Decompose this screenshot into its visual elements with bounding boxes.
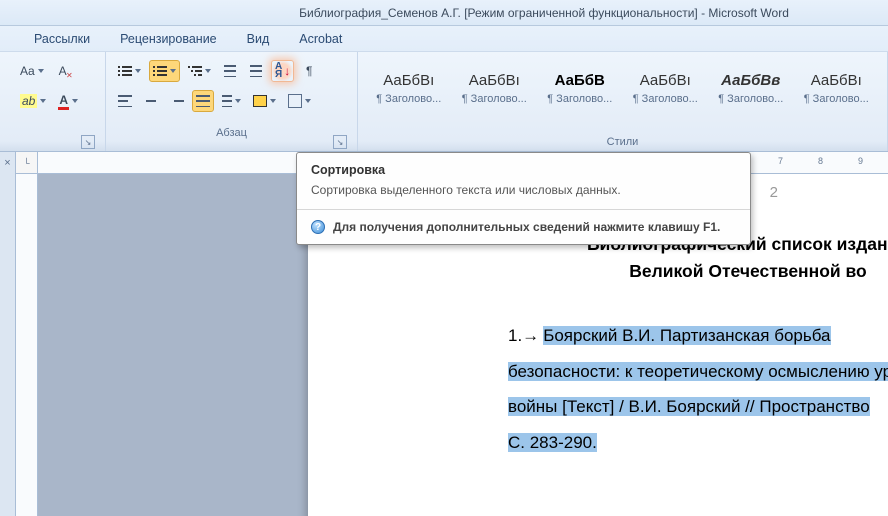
style-caption: ¶ Заголово... <box>462 93 527 105</box>
style-item-3[interactable]: АаБбВ ¶ Заголово... <box>537 56 623 120</box>
tab-view[interactable]: Вид <box>237 28 280 50</box>
selected-text-line2: безопасности: к теоретическому осмыслени… <box>508 362 888 381</box>
list-number: 1.→ <box>508 326 539 345</box>
page-number: 2 <box>770 184 778 201</box>
tab-mailings[interactable]: Рассылки <box>24 28 100 50</box>
window-title: Библиография_Семенов А.Г. [Режим огранич… <box>299 6 789 20</box>
paragraph-group-label: Абзац <box>114 126 349 140</box>
style-item-2[interactable]: АаБбВı ¶ Заголово... <box>452 56 538 120</box>
nav-gutter <box>0 174 16 516</box>
align-center-button[interactable] <box>140 90 162 112</box>
text-highlight-button[interactable]: ab <box>16 90 50 112</box>
align-left-button[interactable] <box>114 90 136 112</box>
style-sample: АаБбВı <box>469 72 520 89</box>
style-item-4[interactable]: АаБбВı ¶ Заголово... <box>623 56 709 120</box>
tab-review[interactable]: Рецензирование <box>110 28 227 50</box>
line-spacing-button[interactable] <box>218 90 245 112</box>
style-item-5[interactable]: АаБбВв ¶ Заголово... <box>708 56 794 120</box>
ruler-mark: 9 <box>858 156 863 166</box>
numbering-button[interactable] <box>149 60 180 82</box>
show-marks-button[interactable]: ¶ <box>298 60 320 82</box>
style-caption: ¶ Заголово... <box>376 93 441 105</box>
font-dialog-launcher[interactable]: ↘ <box>81 135 95 149</box>
ribbon-tabs: Рассылки Рецензирование Вид Acrobat <box>0 26 888 52</box>
selected-text-line3: войны [Текст] / В.И. Боярский // Простра… <box>508 397 870 416</box>
bullets-button[interactable] <box>114 60 145 82</box>
sort-icon: АЯ↓ <box>275 63 290 79</box>
tooltip-title: Сортировка <box>297 153 750 181</box>
paragraph-dialog-launcher[interactable]: ↘ <box>333 135 347 149</box>
tooltip-body: Сортировка выделенного текста или числов… <box>297 181 750 209</box>
style-sample: АаБбВв <box>721 72 780 89</box>
style-caption: ¶ Заголово... <box>633 93 698 105</box>
style-caption: ¶ Заголово... <box>804 93 869 105</box>
ribbon: Aa A✕ ab A ↘ АЯ↓ ¶ <box>0 52 888 152</box>
increase-indent-button[interactable] <box>245 60 267 82</box>
ribbon-group-styles: АаБбВı ¶ Заголово... АаБбВı ¶ Заголово..… <box>358 52 888 151</box>
style-sample: АаБбВı <box>811 72 862 89</box>
close-pane-button[interactable]: × <box>0 152 16 174</box>
style-item-1[interactable]: АаБбВı ¶ Заголово... <box>366 56 452 120</box>
paint-bucket-icon <box>253 95 267 107</box>
ruler-mark: 7 <box>778 156 783 166</box>
selected-text-line1: Боярский В.И. Партизанская борьба <box>543 326 830 345</box>
style-caption: ¶ Заголово... <box>547 93 612 105</box>
justify-button[interactable] <box>192 90 214 112</box>
tab-selector[interactable]: └ <box>16 152 38 174</box>
style-gallery[interactable]: АаБбВı ¶ Заголово... АаБбВı ¶ Заголово..… <box>366 56 879 120</box>
left-gutter <box>0 174 38 516</box>
title-bar: Библиография_Семенов А.Г. [Режим огранич… <box>0 0 888 26</box>
decrease-indent-button[interactable] <box>219 60 241 82</box>
help-icon: ? <box>311 220 325 234</box>
style-item-6[interactable]: АаБбВı ¶ Заголово... <box>794 56 880 120</box>
tab-acrobat[interactable]: Acrobat <box>289 28 352 50</box>
change-case-button[interactable]: Aa <box>16 60 48 82</box>
tooltip-footer: ? Для получения дополнительных сведений … <box>297 209 750 244</box>
clear-formatting-button[interactable]: A✕ <box>52 60 74 82</box>
ribbon-group-paragraph: АЯ↓ ¶ Абзац ↘ <box>106 52 358 151</box>
align-right-button[interactable] <box>166 90 188 112</box>
vertical-ruler[interactable] <box>16 174 38 516</box>
style-caption: ¶ Заголово... <box>718 93 783 105</box>
ribbon-group-font: Aa A✕ ab A ↘ <box>0 52 106 151</box>
tab-selector-icon: └ <box>23 158 29 168</box>
borders-button[interactable] <box>284 90 315 112</box>
style-sample: АаБбВı <box>383 72 434 89</box>
tooltip-footer-text: Для получения дополнительных сведений на… <box>333 220 720 234</box>
sort-button[interactable]: АЯ↓ <box>271 60 294 82</box>
style-sample: АаБбВ <box>555 72 605 89</box>
doc-heading-2: Великой Отечественной во <box>508 261 888 282</box>
font-color-button[interactable]: A <box>54 90 82 112</box>
ruler-mark: 8 <box>818 156 823 166</box>
shading-button[interactable] <box>249 90 280 112</box>
multilevel-list-button[interactable] <box>184 60 215 82</box>
border-icon <box>288 94 302 108</box>
font-group-label <box>16 132 97 134</box>
style-sample: АаБбВı <box>640 72 691 89</box>
tooltip-sort: Сортировка Сортировка выделенного текста… <box>296 152 751 245</box>
styles-group-label: Стили <box>366 135 879 149</box>
selected-text-line4: С. 283-290. <box>508 433 597 452</box>
doc-paragraph: 1.→Боярский В.И. Партизанская борьба без… <box>508 318 888 461</box>
